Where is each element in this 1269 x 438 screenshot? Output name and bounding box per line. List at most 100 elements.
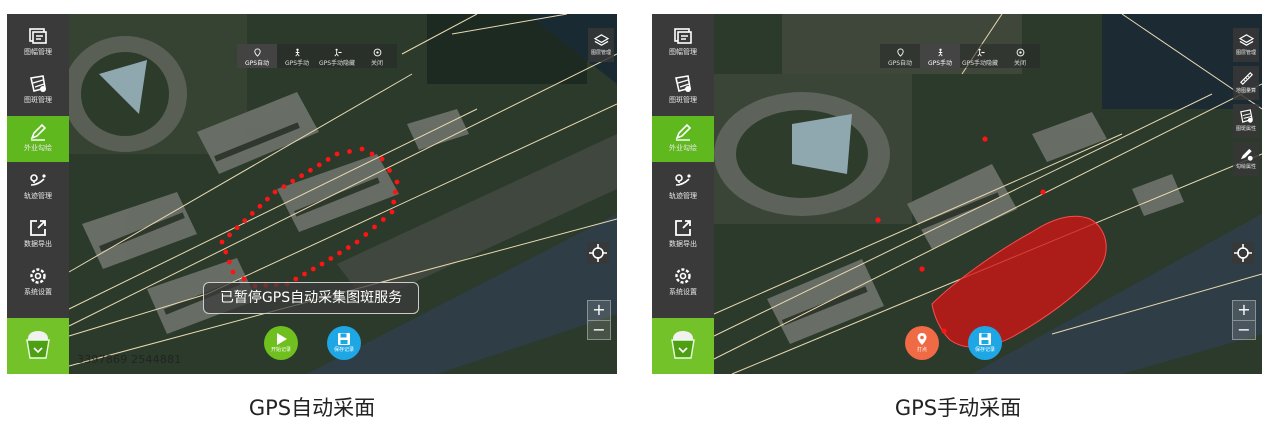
track-dot bbox=[372, 224, 377, 230]
close-circle-icon bbox=[373, 48, 381, 57]
gps-tab-label: 关闭 bbox=[1013, 60, 1026, 67]
basket-icon bbox=[671, 331, 695, 359]
sidebar-item[interactable]: 数据导出 bbox=[7, 212, 69, 258]
sidebar-item-label: 图斑管理 bbox=[24, 96, 52, 104]
track-dot bbox=[389, 209, 395, 215]
zoom-control: + − bbox=[1232, 300, 1256, 340]
gps-tab[interactable]: 关闭 bbox=[1000, 44, 1040, 68]
track-dot bbox=[310, 266, 316, 272]
gps-tab-label: GPS手动 bbox=[927, 60, 953, 67]
map-tool-button[interactable]: 勾绘属性 bbox=[1233, 142, 1259, 176]
basket-button[interactable] bbox=[652, 318, 714, 374]
sidebar-item[interactable]: 外业勾绘 bbox=[7, 116, 69, 162]
map-tool-button[interactable]: 图层管理 bbox=[588, 28, 614, 62]
track-dot bbox=[391, 199, 397, 205]
caption-gps-manual: GPS手动采面 bbox=[894, 396, 1022, 420]
map-tool-button[interactable]: 地图量算 bbox=[1233, 66, 1259, 100]
map-tool-label: 图斑属性 bbox=[1235, 126, 1256, 132]
track-dot bbox=[308, 167, 313, 173]
gps-tab-label: GPS手动隐藏 bbox=[318, 60, 356, 67]
map-tool-label: 图层管理 bbox=[1235, 50, 1256, 56]
patch-icon bbox=[30, 75, 46, 92]
track-dot bbox=[359, 146, 365, 152]
gps-tab[interactable]: GPS手动隐藏 bbox=[960, 44, 1000, 68]
save-record-button[interactable]: 保存记录 bbox=[968, 326, 1002, 360]
gps-tab[interactable]: GPS自动 bbox=[880, 44, 920, 68]
gps-tab[interactable]: GPS手动 bbox=[920, 44, 960, 68]
map-tool-label: 图层管理 bbox=[590, 50, 611, 56]
track-dot bbox=[230, 269, 236, 275]
sidebar-item[interactable]: 系统设置 bbox=[652, 260, 714, 306]
location-pin-icon bbox=[253, 48, 261, 57]
walker-icon bbox=[937, 48, 943, 57]
walker-hide-icon bbox=[333, 48, 342, 57]
gps-tab[interactable]: 关闭 bbox=[357, 44, 397, 68]
location-pin-icon bbox=[896, 48, 904, 57]
mark-point-button[interactable]: 打点 bbox=[905, 326, 939, 360]
track-dot bbox=[354, 239, 360, 245]
track-dot bbox=[334, 151, 340, 157]
track-dot bbox=[281, 184, 287, 190]
save-record-button[interactable]: 保存记录 bbox=[327, 326, 361, 360]
floppy-icon bbox=[338, 333, 350, 345]
track-dot bbox=[369, 151, 375, 157]
track-dot bbox=[234, 225, 240, 231]
coordinate-readout: 3397869 2544881 bbox=[77, 353, 182, 366]
sidebar-item[interactable]: 图斑管理 bbox=[7, 68, 69, 114]
gps-tab[interactable]: GPS手动隐藏 bbox=[317, 44, 357, 68]
track-dot bbox=[290, 178, 296, 184]
map-tool-button[interactable]: 图斑属性 bbox=[1233, 104, 1259, 138]
walker-hide-icon bbox=[976, 48, 985, 57]
sidebar-item[interactable]: 系统设置 bbox=[7, 260, 69, 306]
track-dot bbox=[380, 217, 386, 222]
gps-tab-label: GPS自动 bbox=[244, 60, 270, 67]
draw-attr-icon bbox=[1240, 148, 1253, 161]
sidebar-item[interactable]: 轨迹管理 bbox=[652, 164, 714, 210]
track-dot bbox=[272, 189, 278, 195]
start-record-button[interactable]: 开始记录 bbox=[264, 326, 298, 360]
track-icon bbox=[30, 174, 46, 186]
zoom-out-button[interactable]: − bbox=[1233, 320, 1255, 340]
sidebar-item-label: 系统设置 bbox=[669, 288, 697, 296]
map-sheet-icon bbox=[674, 28, 692, 44]
track-dot bbox=[387, 168, 392, 173]
zoom-control: + − bbox=[587, 300, 611, 340]
gps-tab-label: GPS手动 bbox=[284, 60, 310, 67]
basket-icon bbox=[26, 331, 50, 359]
map-tool-label: 勾绘属性 bbox=[1235, 164, 1256, 170]
gps-mode-tabs: GPS自动 GPS手动 GPS手动隐藏 关闭 bbox=[880, 44, 1040, 68]
settings-icon bbox=[30, 268, 46, 284]
track-icon bbox=[675, 174, 691, 186]
track-dot bbox=[347, 149, 352, 154]
sidebar-item-label: 图幅管理 bbox=[24, 48, 52, 56]
map-tool-label: 地图量算 bbox=[1235, 88, 1256, 94]
zoom-out-button[interactable]: − bbox=[588, 320, 610, 340]
track-dot bbox=[337, 250, 342, 256]
track-dot bbox=[242, 218, 248, 224]
satellite-map[interactable] bbox=[7, 14, 617, 374]
locate-button[interactable] bbox=[1232, 242, 1254, 264]
zoom-in-button[interactable]: + bbox=[1233, 301, 1255, 320]
sidebar-item[interactable]: 图幅管理 bbox=[7, 20, 69, 66]
track-dot bbox=[392, 189, 398, 195]
sidebar-item[interactable]: 数据导出 bbox=[652, 212, 714, 258]
crosshair-icon bbox=[589, 244, 607, 262]
track-dot bbox=[394, 179, 400, 185]
gps-mode-tabs: GPS自动 GPS手动 GPS手动隐藏 关闭 bbox=[237, 44, 397, 68]
sidebar-item[interactable]: 轨迹管理 bbox=[7, 164, 69, 210]
track-dot bbox=[302, 271, 307, 277]
map-panel-gps-manual: 图幅管理 图斑管理 外业勾绘轨迹管理数据导出系统设置 GPS自动 GPS手动 GPS手动… bbox=[652, 14, 1262, 374]
gps-tab[interactable]: GPS手动 bbox=[277, 44, 317, 68]
satellite-map[interactable] bbox=[652, 14, 1262, 374]
map-tool-button[interactable]: 图层管理 bbox=[1233, 28, 1259, 62]
locate-button[interactable] bbox=[587, 242, 609, 264]
sidebar-item-label: 轨迹管理 bbox=[669, 192, 697, 200]
zoom-in-button[interactable]: + bbox=[588, 301, 610, 320]
basket-button[interactable] bbox=[7, 318, 69, 374]
sidebar-item[interactable]: 外业勾绘 bbox=[652, 116, 714, 162]
track-dot bbox=[265, 196, 270, 202]
sidebar-item[interactable]: 图幅管理 bbox=[652, 20, 714, 66]
gps-tab[interactable]: GPS自动 bbox=[237, 44, 277, 68]
map-panel-gps-auto: 图幅管理图斑管理外业勾绘 轨迹管理 数据导出 系统设置 GPS自动 GPS手动 GPS手动… bbox=[7, 14, 617, 374]
sidebar-item[interactable]: 图斑管理 bbox=[652, 68, 714, 114]
